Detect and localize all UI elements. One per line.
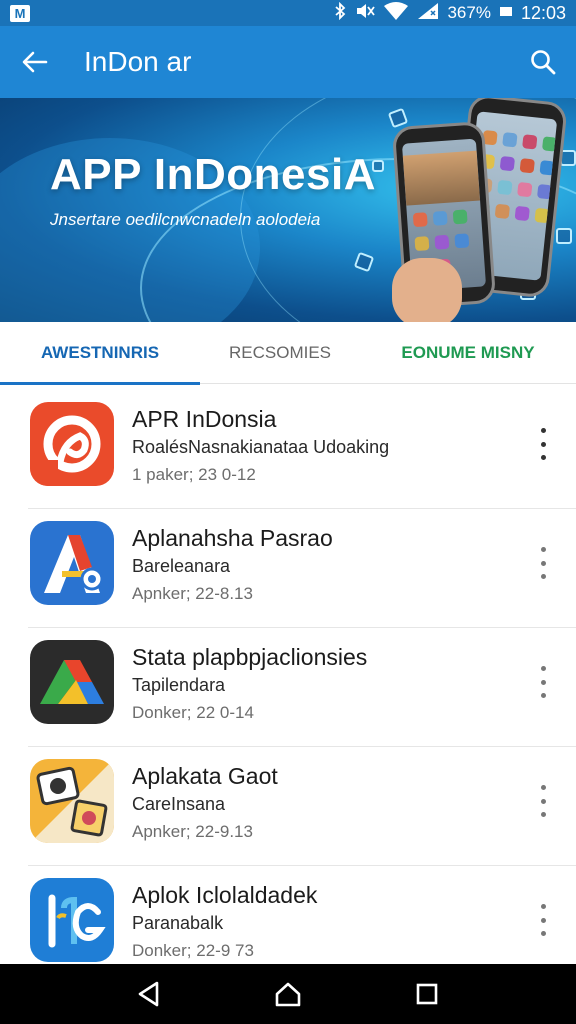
app-title: Aplok Iclolaldadek <box>132 882 318 908</box>
blue-g-app-icon <box>30 878 114 962</box>
more-vert-icon <box>540 428 546 433</box>
nav-recents-button[interactable] <box>403 970 451 1018</box>
more-options-button[interactable] <box>536 428 550 460</box>
more-vert-icon <box>540 785 546 790</box>
list-item[interactable]: Aplakata Gaot CareInsana Apnker; 22-9.13 <box>28 747 576 866</box>
status-time: 12:03 <box>520 2 566 23</box>
bluetooth-icon <box>333 1 347 25</box>
promo-banner[interactable]: APP InDonesiA Jnsertare oedilcnwcnadeln … <box>0 98 576 322</box>
notification-app-icon: M <box>10 4 30 22</box>
more-vert-icon <box>540 904 546 909</box>
app-title: Stata plapbpjaclionsies <box>132 644 368 670</box>
more-vert-icon <box>540 547 546 552</box>
nav-home-button[interactable] <box>264 970 312 1018</box>
app-subtitle: Bareleanara <box>132 556 231 576</box>
app-title: Aplakata Gaot <box>132 763 278 789</box>
red-swirl-app-icon <box>30 402 114 486</box>
more-options-button[interactable] <box>536 785 550 817</box>
app-subtitle: RoalésNasnakianataa Udoaking <box>132 437 390 457</box>
app-title: Aplanahsha Pasrao <box>132 525 333 551</box>
hand-illustration <box>392 258 462 322</box>
more-options-button[interactable] <box>536 666 550 698</box>
app-subtitle: Paranabalk <box>132 913 224 933</box>
list-item[interactable]: APR InDonsia RoalésNasnakianataa Udoakin… <box>28 390 576 509</box>
list-item[interactable]: Aplok Iclolaldadek Paranabalk Donker; 22… <box>28 866 576 964</box>
back-button[interactable] <box>0 26 70 98</box>
battery-percent: 367% <box>447 3 491 22</box>
app-list: APR InDonsia RoalésNasnakianataa Udoakin… <box>0 390 576 964</box>
page-title: InDon ar <box>84 46 192 77</box>
square-recents-icon <box>416 983 437 1005</box>
banner-subtitle: Jnsertare oedilcnwcnadeln aolodeia <box>50 210 321 229</box>
tab-economy[interactable]: EONUME MISNY <box>360 322 576 384</box>
app-subtitle: Tapilendara <box>132 675 226 695</box>
app-bar: InDon ar <box>0 26 576 98</box>
app-meta: Donker; 22 0-14 <box>132 703 254 722</box>
status-bar: M 367% 12:03 <box>0 0 576 26</box>
list-item[interactable]: Stata plapbpjaclionsies Tapilendara Donk… <box>28 628 576 747</box>
app-subtitle: CareInsana <box>132 794 226 814</box>
home-icon <box>275 982 301 1007</box>
wifi-icon <box>383 1 409 25</box>
search-button[interactable] <box>510 26 576 98</box>
camera-sticker-app-icon <box>30 759 114 843</box>
multicolor-a-app-icon <box>30 640 114 724</box>
blue-a-app-icon <box>30 521 114 605</box>
list-item[interactable]: Aplanahsha Pasrao Bareleanara Apnker; 22… <box>28 509 576 628</box>
battery-icon <box>499 2 513 25</box>
more-options-button[interactable] <box>536 547 550 579</box>
arrow-left-icon <box>22 51 48 73</box>
floating-app-icon <box>556 228 572 244</box>
mute-icon <box>355 2 376 25</box>
signal-icon <box>417 2 439 25</box>
more-vert-icon <box>540 666 546 671</box>
app-meta: Apnker; 22-8.13 <box>132 584 253 603</box>
app-meta: Apnker; 22-9.13 <box>132 822 253 841</box>
triangle-back-icon <box>139 981 159 1007</box>
search-icon <box>531 50 556 75</box>
banner-title: APP InDonesiA <box>50 150 376 199</box>
more-options-button[interactable] <box>536 904 550 936</box>
system-nav-bar <box>0 964 576 1024</box>
app-title: APR InDonsia <box>132 406 277 432</box>
app-meta: Donker; 22-9 73 <box>132 941 254 960</box>
tab-awesome[interactable]: AWESTNINRIS <box>0 322 200 385</box>
nav-back-button[interactable] <box>125 970 173 1018</box>
app-meta: 1 paker; 23 0-12 <box>132 465 256 484</box>
tab-bar: AWESTNINRIS RECSOMIES EONUME MISNY <box>0 322 576 385</box>
tab-recommended[interactable]: RECSOMIES <box>200 322 360 384</box>
